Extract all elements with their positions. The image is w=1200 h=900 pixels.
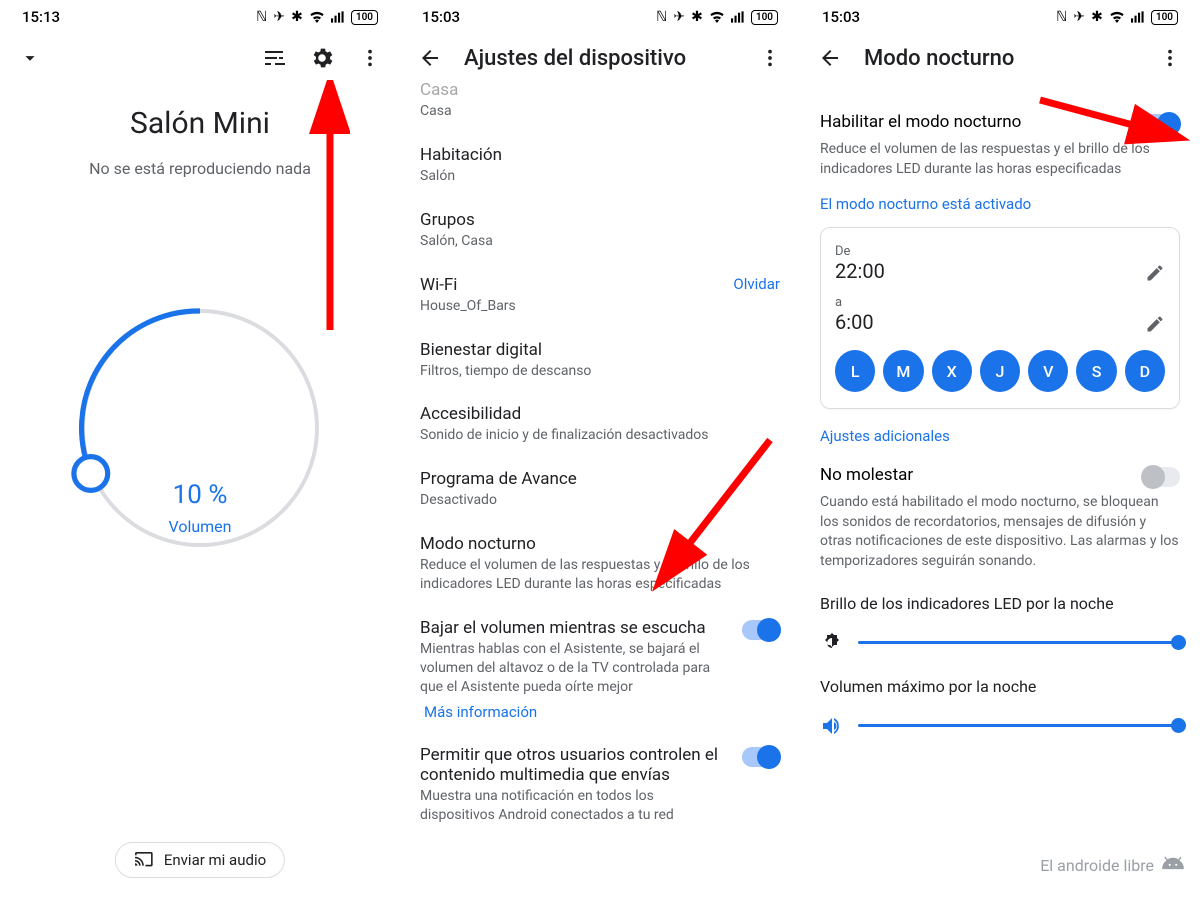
dnd-icon: ✈: [273, 9, 285, 25]
wifi-icon: [1109, 11, 1125, 23]
led-brightness-slider[interactable]: [820, 631, 1180, 655]
gear-icon[interactable]: [308, 44, 336, 72]
android-icon: [1160, 854, 1186, 876]
brightness-icon: [820, 631, 844, 655]
back-button[interactable]: [416, 44, 444, 72]
cast-label: Enviar mi audio: [164, 851, 266, 869]
dnd-label: No molestar: [820, 465, 913, 485]
day-chip[interactable]: D: [1125, 350, 1165, 392]
day-chip[interactable]: M: [883, 350, 923, 392]
more-icon[interactable]: [756, 44, 784, 72]
day-chip[interactable]: V: [1028, 350, 1068, 392]
battery-indicator: 100: [1151, 10, 1178, 25]
equalizer-button[interactable]: [260, 44, 288, 72]
schedule-to-row[interactable]: a 6:00: [835, 291, 1165, 342]
panel-device-player: 15:13 ℕ ✈ ✱ 100 Salón Mini No se: [0, 0, 400, 900]
status-bar: 15:03 ℕ ✈ ✱ 100: [800, 0, 1200, 30]
status-time: 15:03: [422, 8, 460, 26]
list-item-accessibility[interactable]: Accesibilidad Sonido de inicio y de fina…: [420, 392, 780, 457]
panel-device-settings: 15:03 ℕ ✈ ✱ 100 Ajustes del dispositivo …: [400, 0, 800, 900]
status-icons: ℕ ✈ ✱ 100: [1056, 9, 1178, 25]
schedule-from-row[interactable]: De 22:00: [835, 240, 1165, 291]
edit-from-icon[interactable]: [1145, 263, 1165, 283]
list-item-groups[interactable]: Grupos Salón, Casa: [420, 198, 780, 263]
status-icons: ℕ ✈ ✱ 100: [256, 9, 378, 25]
list-item-wifi[interactable]: Wi-Fi House_Of_Bars Olvidar: [420, 263, 780, 328]
app-bar: Modo nocturno: [800, 30, 1200, 86]
signal-icon: [1131, 11, 1145, 23]
status-bar: 15:13 ℕ ✈ ✱ 100: [0, 0, 400, 30]
cast-icon: [134, 852, 154, 868]
allow-control-toggle[interactable]: [742, 747, 780, 767]
night-status-link[interactable]: El modo nocturno está activado: [820, 195, 1180, 213]
dnd-icon: ✈: [673, 9, 685, 25]
bluetooth-icon: ✱: [291, 9, 303, 25]
battery-indicator: 100: [351, 10, 378, 25]
app-bar: [0, 30, 400, 86]
night-mode-body: Habilitar el modo nocturno Reduce el vol…: [800, 112, 1200, 738]
day-chip[interactable]: S: [1076, 350, 1116, 392]
max-volume-slider[interactable]: [820, 714, 1180, 738]
page-title: Ajustes del dispositivo: [464, 46, 736, 71]
nfc-icon: ℕ: [1056, 9, 1067, 25]
nfc-icon: ℕ: [656, 9, 667, 25]
status-time: 15:13: [22, 8, 60, 26]
nfc-icon: ℕ: [256, 9, 267, 25]
max-volume-label: Volumen máximo por la noche: [820, 677, 1180, 696]
list-item-lower-volume[interactable]: Bajar el volumen mientras se escucha Mie…: [420, 606, 780, 733]
volume-label: Volumen: [70, 517, 330, 536]
app-bar: Ajustes del dispositivo: [400, 30, 800, 86]
settings-list: Casa Casa Habitación Salón Grupos Salón,…: [400, 80, 800, 836]
more-info-link[interactable]: Más información: [424, 703, 780, 721]
status-time: 15:03: [822, 8, 860, 26]
list-item-wellbeing[interactable]: Bienestar digital Filtros, tiempo de des…: [420, 328, 780, 393]
page-title: Modo nocturno: [864, 46, 1136, 71]
day-chip[interactable]: L: [835, 350, 875, 392]
bluetooth-icon: ✱: [1091, 9, 1103, 25]
cast-audio-button[interactable]: Enviar mi audio: [115, 842, 285, 878]
day-chip[interactable]: J: [980, 350, 1020, 392]
volume-icon: [820, 714, 844, 738]
dnd-icon: ✈: [1073, 9, 1085, 25]
bluetooth-icon: ✱: [691, 9, 703, 25]
volume-dial[interactable]: 10 % Volumen: [70, 298, 330, 558]
collapse-button[interactable]: [16, 44, 44, 72]
dnd-desc: Cuando está habilitado el modo nocturno,…: [820, 493, 1180, 571]
lower-volume-toggle[interactable]: [742, 620, 780, 640]
status-bar: 15:03 ℕ ✈ ✱ 100: [400, 0, 800, 30]
more-icon[interactable]: [356, 44, 384, 72]
signal-icon: [731, 11, 745, 23]
list-item-preview[interactable]: Programa de Avance Desactivado: [420, 457, 780, 522]
volume-value: 10 %: [70, 480, 330, 510]
enable-night-toggle[interactable]: [1142, 114, 1180, 134]
wifi-icon: [309, 11, 325, 23]
enable-night-desc: Reduce el volumen de las respuestas y el…: [820, 140, 1180, 179]
list-item-night-mode[interactable]: Modo nocturno Reduce el volumen de las r…: [420, 522, 780, 606]
extra-settings-link[interactable]: Ajustes adicionales: [820, 427, 1180, 445]
day-picker: L M X J V S D: [835, 350, 1165, 392]
playback-status: No se está reproduciendo nada: [0, 159, 400, 178]
watermark: El androide libre: [1040, 854, 1186, 876]
panel-night-mode: 15:03 ℕ ✈ ✱ 100 Modo nocturno Habilitar …: [800, 0, 1200, 900]
more-icon[interactable]: [1156, 44, 1184, 72]
back-button[interactable]: [816, 44, 844, 72]
signal-icon: [331, 11, 345, 23]
day-chip[interactable]: X: [932, 350, 972, 392]
list-item[interactable]: Casa Casa: [420, 80, 780, 133]
wifi-forget-link[interactable]: Olvidar: [733, 275, 780, 293]
enable-night-label: Habilitar el modo nocturno: [820, 112, 1021, 132]
led-brightness-label: Brillo de los indicadores LED por la noc…: [820, 594, 1180, 613]
device-title: Salón Mini: [0, 106, 400, 141]
dnd-toggle[interactable]: [1142, 467, 1180, 487]
list-item-allow-control[interactable]: Permitir que otros usuarios controlen el…: [420, 733, 780, 837]
status-icons: ℕ ✈ ✱ 100: [656, 9, 778, 25]
wifi-icon: [709, 11, 725, 23]
edit-to-icon[interactable]: [1145, 314, 1165, 334]
schedule-card: De 22:00 a 6:00 L M X J: [820, 227, 1180, 409]
list-item-room[interactable]: Habitación Salón: [420, 133, 780, 198]
battery-indicator: 100: [751, 10, 778, 25]
